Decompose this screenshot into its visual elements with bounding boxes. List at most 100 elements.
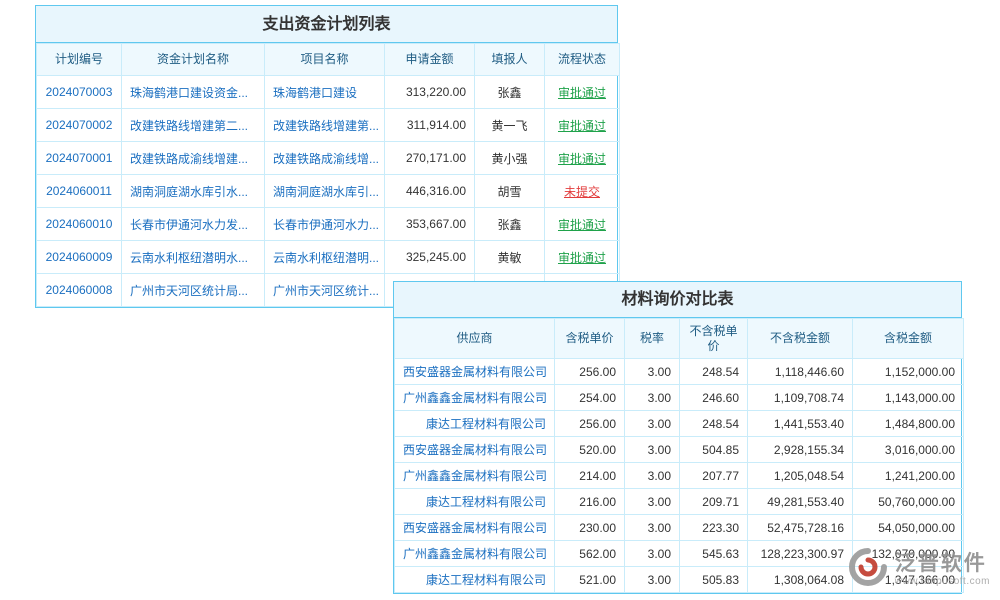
cell-amount-with-tax: 1,152,000.00 <box>853 359 964 385</box>
cell-supplier[interactable]: 广州鑫鑫金属材料有限公司 <box>395 463 555 489</box>
cell-amount-without-tax: 128,223,300.97 <box>748 541 853 567</box>
cell-tax-rate: 3.00 <box>625 463 680 489</box>
cell-plan-name[interactable]: 广州市天河区统计局... <box>122 274 265 307</box>
cell-supplier[interactable]: 广州鑫鑫金属材料有限公司 <box>395 541 555 567</box>
inquiry-table-row: 西安盛器金属材料有限公司520.003.00504.852,928,155.34… <box>395 437 964 463</box>
cell-reporter: 黄一飞 <box>475 109 545 142</box>
cell-reporter: 黄小强 <box>475 142 545 175</box>
cell-price-without-tax: 209.71 <box>680 489 748 515</box>
cell-plan-id[interactable]: 2024060008 <box>37 274 122 307</box>
inquiry-table-row: 广州鑫鑫金属材料有限公司254.003.00246.601,109,708.74… <box>395 385 964 411</box>
cell-flow-status[interactable]: 审批通过 <box>545 208 620 241</box>
cell-amount-without-tax: 1,205,048.54 <box>748 463 853 489</box>
cell-tax-rate: 3.00 <box>625 541 680 567</box>
material-inquiry-title: 材料询价对比表 <box>394 282 961 318</box>
cell-price-with-tax: 256.00 <box>555 411 625 437</box>
cell-supplier[interactable]: 西安盛器金属材料有限公司 <box>395 515 555 541</box>
plan-table-row: 2024060011湖南洞庭湖水库引水...湖南洞庭湖水库引...446,316… <box>37 175 620 208</box>
cell-amount-with-tax: 50,760,000.00 <box>853 489 964 515</box>
expenditure-plan-header-row: 计划编号资金计划名称项目名称申请金额填报人流程状态 <box>37 44 620 76</box>
plan-table-row: 2024060010长春市伊通河水力发...长春市伊通河水力...353,667… <box>37 208 620 241</box>
inquiry-table-row: 广州鑫鑫金属材料有限公司214.003.00207.771,205,048.54… <box>395 463 964 489</box>
cell-price-without-tax: 545.63 <box>680 541 748 567</box>
column-header: 计划编号 <box>37 44 122 76</box>
cell-price-without-tax: 223.30 <box>680 515 748 541</box>
column-header: 不含税单价 <box>680 319 748 359</box>
expenditure-plan-panel: 支出资金计划列表 计划编号资金计划名称项目名称申请金额填报人流程状态 20240… <box>35 5 618 308</box>
cell-plan-name[interactable]: 湖南洞庭湖水库引水... <box>122 175 265 208</box>
cell-plan-id[interactable]: 2024070003 <box>37 76 122 109</box>
inquiry-table-row: 西安盛器金属材料有限公司230.003.00223.3052,475,728.1… <box>395 515 964 541</box>
cell-supplier[interactable]: 西安盛器金属材料有限公司 <box>395 437 555 463</box>
cell-supplier[interactable]: 康达工程材料有限公司 <box>395 567 555 593</box>
cell-reporter: 黄敏 <box>475 241 545 274</box>
inquiry-table-row: 康达工程材料有限公司256.003.00248.541,441,553.401,… <box>395 411 964 437</box>
cell-supplier[interactable]: 康达工程材料有限公司 <box>395 489 555 515</box>
cell-plan-name[interactable]: 改建铁路线增建第二... <box>122 109 265 142</box>
expenditure-plan-title: 支出资金计划列表 <box>36 6 617 43</box>
fanpu-watermark: 泛普软件 www.fanpusoft.com <box>848 547 990 592</box>
cell-price-with-tax: 256.00 <box>555 359 625 385</box>
column-header: 供应商 <box>395 319 555 359</box>
cell-tax-rate: 3.00 <box>625 489 680 515</box>
cell-project-name[interactable]: 珠海鹤港口建设 <box>265 76 385 109</box>
cell-plan-name[interactable]: 长春市伊通河水力发... <box>122 208 265 241</box>
cell-project-name[interactable]: 广州市天河区统计... <box>265 274 385 307</box>
cell-project-name[interactable]: 改建铁路成渝线增... <box>265 142 385 175</box>
cell-amount-without-tax: 1,118,446.60 <box>748 359 853 385</box>
cell-plan-id[interactable]: 2024060011 <box>37 175 122 208</box>
cell-amount-without-tax: 2,928,155.34 <box>748 437 853 463</box>
cell-project-name[interactable]: 湖南洞庭湖水库引... <box>265 175 385 208</box>
cell-plan-name[interactable]: 珠海鹤港口建设资金... <box>122 76 265 109</box>
cell-flow-status[interactable]: 审批通过 <box>545 109 620 142</box>
cell-tax-rate: 3.00 <box>625 359 680 385</box>
cell-price-with-tax: 520.00 <box>555 437 625 463</box>
cell-price-without-tax: 248.54 <box>680 359 748 385</box>
cell-reporter: 张鑫 <box>475 208 545 241</box>
cell-price-without-tax: 504.85 <box>680 437 748 463</box>
cell-plan-id[interactable]: 2024070002 <box>37 109 122 142</box>
cell-plan-name[interactable]: 云南水利枢纽潜明水... <box>122 241 265 274</box>
cell-price-with-tax: 562.00 <box>555 541 625 567</box>
cell-apply-amount: 313,220.00 <box>385 76 475 109</box>
cell-project-name[interactable]: 云南水利枢纽潜明... <box>265 241 385 274</box>
column-header: 不含税金额 <box>748 319 853 359</box>
cell-price-with-tax: 521.00 <box>555 567 625 593</box>
cell-flow-status[interactable]: 审批通过 <box>545 76 620 109</box>
cell-apply-amount: 353,667.00 <box>385 208 475 241</box>
cell-project-name[interactable]: 长春市伊通河水力... <box>265 208 385 241</box>
cell-price-without-tax: 207.77 <box>680 463 748 489</box>
cell-supplier[interactable]: 康达工程材料有限公司 <box>395 411 555 437</box>
column-header: 资金计划名称 <box>122 44 265 76</box>
cell-price-without-tax: 246.60 <box>680 385 748 411</box>
cell-flow-status[interactable]: 审批通过 <box>545 142 620 175</box>
column-header: 含税单价 <box>555 319 625 359</box>
cell-flow-status[interactable]: 未提交 <box>545 175 620 208</box>
expenditure-plan-table: 计划编号资金计划名称项目名称申请金额填报人流程状态 2024070003珠海鹤港… <box>36 43 620 307</box>
column-header: 填报人 <box>475 44 545 76</box>
material-inquiry-header-row: 供应商含税单价税率不含税单价不含税金额含税金额 <box>395 319 964 359</box>
cell-price-with-tax: 230.00 <box>555 515 625 541</box>
cell-amount-with-tax: 3,016,000.00 <box>853 437 964 463</box>
cell-plan-id[interactable]: 2024070001 <box>37 142 122 175</box>
cell-tax-rate: 3.00 <box>625 567 680 593</box>
cell-price-with-tax: 254.00 <box>555 385 625 411</box>
cell-supplier[interactable]: 广州鑫鑫金属材料有限公司 <box>395 385 555 411</box>
cell-tax-rate: 3.00 <box>625 385 680 411</box>
cell-plan-name[interactable]: 改建铁路成渝线增建... <box>122 142 265 175</box>
cell-apply-amount: 325,245.00 <box>385 241 475 274</box>
cell-amount-without-tax: 49,281,553.40 <box>748 489 853 515</box>
cell-supplier[interactable]: 西安盛器金属材料有限公司 <box>395 359 555 385</box>
cell-flow-status[interactable]: 审批通过 <box>545 241 620 274</box>
cell-price-with-tax: 214.00 <box>555 463 625 489</box>
cell-project-name[interactable]: 改建铁路线增建第... <box>265 109 385 142</box>
cell-apply-amount: 311,914.00 <box>385 109 475 142</box>
cell-apply-amount: 270,171.00 <box>385 142 475 175</box>
cell-plan-id[interactable]: 2024060010 <box>37 208 122 241</box>
cell-amount-with-tax: 1,143,000.00 <box>853 385 964 411</box>
inquiry-table-row: 康达工程材料有限公司216.003.00209.7149,281,553.405… <box>395 489 964 515</box>
cell-amount-with-tax: 54,050,000.00 <box>853 515 964 541</box>
cell-tax-rate: 3.00 <box>625 515 680 541</box>
cell-plan-id[interactable]: 2024060009 <box>37 241 122 274</box>
plan-table-row: 2024060009云南水利枢纽潜明水...云南水利枢纽潜明...325,245… <box>37 241 620 274</box>
